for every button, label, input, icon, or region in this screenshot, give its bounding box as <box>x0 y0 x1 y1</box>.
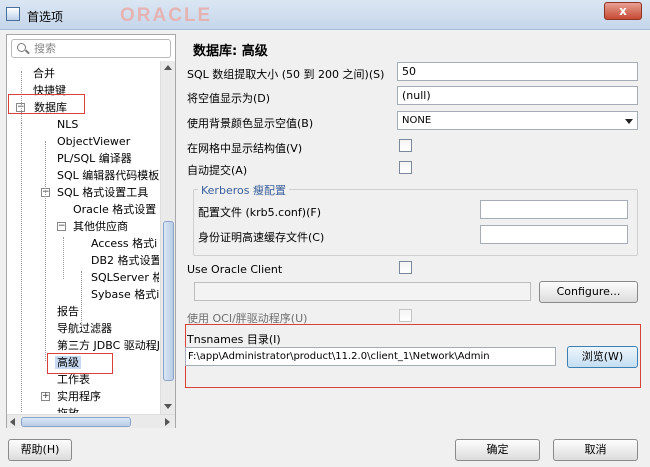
window-titlebar: 首选项 ORACLE x <box>0 0 650 30</box>
tree-item-label: 实用程序 <box>57 390 101 403</box>
grid-struct-label: 在网格中显示结构值(V) <box>187 142 303 155</box>
tree-connector <box>63 237 64 279</box>
tree-item[interactable]: SQLServer 格 <box>89 269 159 286</box>
tree-item-label: SQL 编辑器代码模板 <box>57 169 159 182</box>
tree-item[interactable]: + 实用程序 <box>41 388 103 405</box>
tree-item[interactable]: − 其他供应商 <box>57 218 130 235</box>
tree-item[interactable]: ObjectViewer <box>55 133 132 150</box>
tnsnames-directory-input[interactable]: F:\app\Administrator\product\11.2.0\clie… <box>185 347 556 366</box>
scroll-up-arrow-icon[interactable] <box>164 65 172 70</box>
tree-horizontal-scrollbar[interactable] <box>7 414 175 428</box>
search-icon <box>17 43 26 52</box>
oracle-client-path-field <box>194 282 531 301</box>
configure-button[interactable]: Configure... <box>539 281 638 303</box>
tree-item-label: 拖放 <box>55 407 81 413</box>
close-button[interactable]: x <box>604 2 642 20</box>
tree-item[interactable]: PL/SQL 编译器 <box>55 150 134 167</box>
config-file-label: 配置文件 (krb5.conf)(F) <box>198 206 321 219</box>
null-display-label: 将空值显示为(D) <box>187 92 271 105</box>
use-oracle-client-label: Use Oracle Client <box>187 263 283 276</box>
bg-color-label: 使用背景颜色显示空值(B) <box>187 117 314 130</box>
tree-item[interactable]: 拖放 <box>55 405 81 413</box>
scroll-right-arrow-icon[interactable] <box>165 418 170 426</box>
tree-item-label: 导航过滤器 <box>57 322 112 335</box>
cred-cache-input[interactable] <box>480 225 628 244</box>
tree-item[interactable]: 报告 <box>55 303 81 320</box>
search-input[interactable] <box>32 41 167 56</box>
bg-color-value: NONE <box>402 115 432 126</box>
panel-splitter[interactable] <box>179 34 183 428</box>
tree-item-label: PL/SQL 编译器 <box>57 152 132 165</box>
highlight-database-node <box>8 94 85 114</box>
highlight-advanced-node <box>47 353 113 374</box>
tree-connector <box>45 141 46 361</box>
tree-item[interactable]: Sybase 格式i <box>89 286 159 303</box>
config-file-input[interactable] <box>480 200 628 219</box>
tree-vertical-scroll-thumb[interactable] <box>163 221 174 381</box>
tree-item[interactable]: Oracle 格式设置 <box>71 201 158 218</box>
tree-item-label: 其他供应商 <box>73 220 128 233</box>
autocommit-checkbox[interactable] <box>399 161 412 174</box>
collapse-icon[interactable]: − <box>57 222 66 231</box>
tree-item[interactable]: Access 格式i <box>89 235 159 252</box>
tree-item[interactable]: 合并 <box>31 65 57 82</box>
tree-connector <box>81 271 82 329</box>
search-box[interactable] <box>11 39 171 58</box>
tree-item[interactable]: 第三方 JDBC 驱动程J <box>55 337 159 354</box>
tree-vertical-scrollbar[interactable] <box>160 61 175 415</box>
cancel-button[interactable]: 取消 <box>553 439 638 461</box>
tree-item[interactable]: − SQL 格式设置工具 <box>41 184 150 201</box>
scroll-left-arrow-icon[interactable] <box>10 418 15 426</box>
oci-driver-checkbox <box>399 309 412 322</box>
tree-item[interactable]: DB2 格式设置 <box>89 252 159 269</box>
autocommit-label: 自动提交(A) <box>187 164 248 177</box>
tree-item-label: Sybase 格式i <box>91 288 159 301</box>
bg-color-select[interactable]: NONE <box>397 111 638 130</box>
ok-button[interactable]: 确定 <box>455 439 540 461</box>
null-display-input[interactable]: (null) <box>397 86 638 105</box>
tree-item-label: SQLServer 格 <box>91 271 159 284</box>
tree-item-label: NLS <box>57 118 79 131</box>
tree-connector <box>21 122 22 412</box>
tree-item-label: Access 格式i <box>91 237 158 250</box>
tnsnames-label: Tnsnames 目录(I) <box>187 333 281 346</box>
tree-item-label: DB2 格式设置 <box>91 254 159 267</box>
expand-icon[interactable]: + <box>41 392 50 401</box>
tree-item-label: 报告 <box>57 305 79 318</box>
tree-item[interactable]: SQL 编辑器代码模板 <box>55 167 159 184</box>
tree-item-label: 工作表 <box>57 373 90 386</box>
tree-item[interactable]: 导航过滤器 <box>55 320 114 337</box>
grid-struct-checkbox[interactable] <box>399 139 412 152</box>
page-title: 数据库: 高级 <box>193 44 268 59</box>
window-title: 首选项 <box>27 10 64 24</box>
kerberos-group-title: Kerberos 瘦配置 <box>198 182 289 198</box>
app-icon <box>6 7 20 21</box>
help-button[interactable]: 帮助(H) <box>8 439 72 461</box>
use-oracle-client-checkbox[interactable] <box>399 261 412 274</box>
tree-item-label: 合并 <box>33 67 55 80</box>
fetch-size-label: SQL 数组提取大小 (50 到 200 之间)(S) <box>187 68 385 81</box>
tree-item[interactable]: NLS <box>55 116 80 133</box>
tree-item-label: 第三方 JDBC 驱动程J <box>57 339 159 352</box>
oracle-watermark: ORACLE <box>120 5 213 26</box>
tree-horizontal-scroll-thumb[interactable] <box>21 417 131 427</box>
tree-item-label: ObjectViewer <box>57 135 131 148</box>
browse-button[interactable]: 浏览(W) <box>567 346 638 368</box>
tree-item-label: Oracle 格式设置 <box>73 203 157 216</box>
scroll-down-arrow-icon[interactable] <box>164 404 172 409</box>
cred-cache-label: 身份证明高速缓存文件(C) <box>198 231 325 244</box>
chevron-down-icon <box>625 119 633 124</box>
tree-item-label: SQL 格式设置工具 <box>57 186 149 199</box>
fetch-size-input[interactable]: 50 <box>397 62 638 81</box>
